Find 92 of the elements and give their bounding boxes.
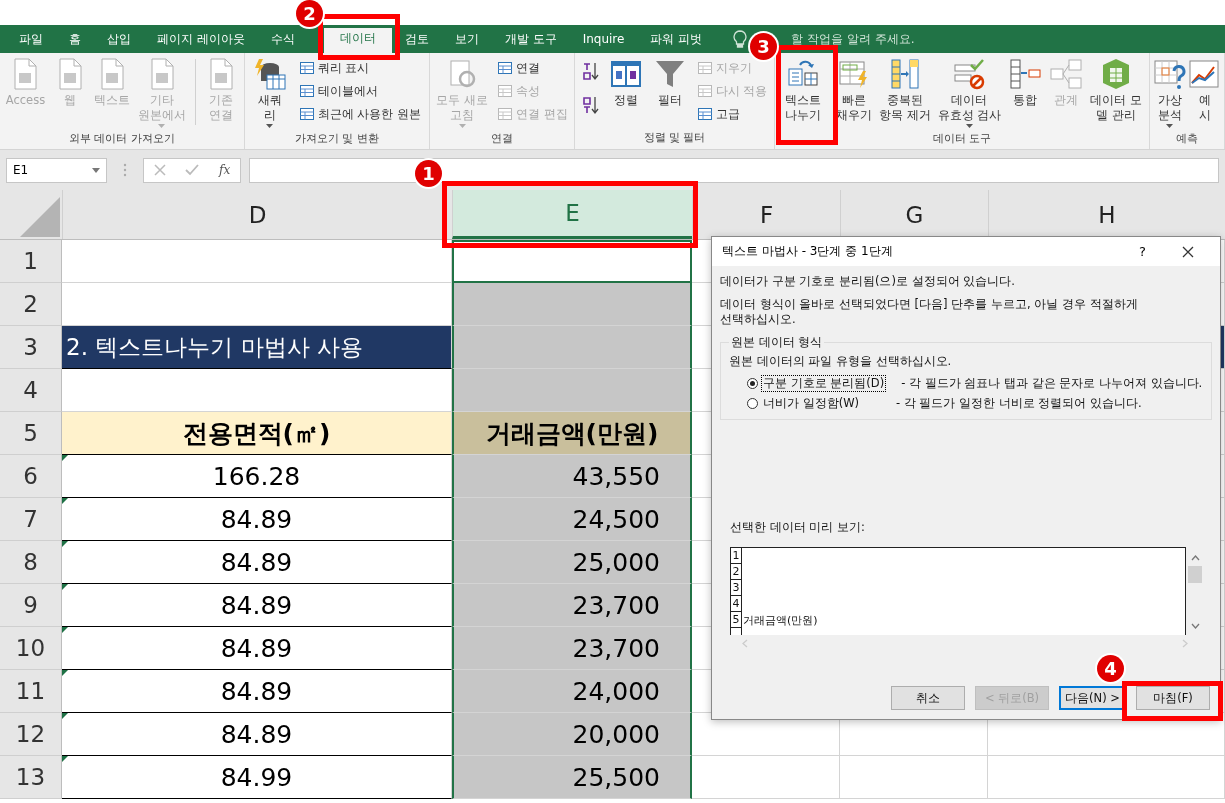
ribbon-group-label: 연결 <box>490 131 514 147</box>
radio-label[interactable]: 구분 기호로 분리됨(D) <box>762 375 886 391</box>
ribbon-small-button[interactable]: 테이블에서 <box>296 80 424 102</box>
table-cell: 43,550 <box>452 455 692 498</box>
table-cell: 24,500 <box>452 498 692 541</box>
row-header[interactable]: 1 <box>0 240 62 283</box>
ribbon-tab[interactable]: 홈 <box>59 30 91 48</box>
row-header[interactable]: 3 <box>0 326 62 369</box>
table-cell: 84.89 <box>62 627 452 670</box>
dialog-button[interactable]: 취소 <box>891 686 965 710</box>
step-number-badge: 3 <box>750 33 777 60</box>
step-number-badge: 1 <box>415 160 442 187</box>
tell-me-field[interactable]: 할 작업을 알려 주세요. <box>791 30 915 48</box>
name-box[interactable]: E1 <box>6 157 107 183</box>
ribbon-button[interactable]: 데이터 모 델 관리 <box>1088 55 1144 125</box>
ribbon-button[interactable]: 중복된 항목 제거 <box>877 55 933 125</box>
table-cell: 24,000 <box>452 670 692 713</box>
table-cell: 전용면적(㎡) <box>62 412 452 455</box>
option-description: - 각 필드가 쉼표나 탭과 같은 문자로 나누어져 있습니다. <box>901 375 1203 391</box>
ribbon-small-button[interactable]: 최근에 사용한 원본 <box>296 103 424 125</box>
ribbon-button[interactable]: 필터 <box>650 55 689 110</box>
ribbon-button[interactable]: 새쿼 리 <box>250 55 289 130</box>
table-cell: 84.99 <box>62 756 452 799</box>
group-label: 원본 데이터 형식 <box>730 335 824 350</box>
ribbon-button[interactable]: 통합 <box>1006 55 1045 110</box>
prompt-text: 원본 데이터의 파일 유형을 선택하십시오. <box>729 354 953 369</box>
ribbon-tab[interactable]: 검토 <box>394 30 439 48</box>
row-header[interactable]: 5 <box>0 412 62 455</box>
preview-label: 선택한 데이터 미리 보기: <box>730 520 866 535</box>
help-button[interactable]: ? <box>1133 243 1152 260</box>
instruction-text: 데이터 형식이 올바로 선택되었다면 [다음] 단추를 누르고, 아닐 경우 적절하게 선택하십시오. <box>720 297 1139 327</box>
table-cell: 23,700 <box>452 584 692 627</box>
ribbon-tab[interactable]: 개발 도구 <box>494 30 567 48</box>
radio-label[interactable]: 너비가 일정함(W) <box>762 395 892 411</box>
row-header[interactable]: 8 <box>0 541 62 584</box>
row-header[interactable]: 4 <box>0 369 62 412</box>
row-header[interactable]: 9 <box>0 584 62 627</box>
ribbon-button[interactable]: 정렬 <box>607 55 646 110</box>
ribbon-button[interactable]: 텍스트 나누기 <box>783 55 823 125</box>
ribbon-group-label: 정렬 및 필터 <box>642 130 707 146</box>
ribbon-small-button[interactable]: 연결 <box>494 57 570 79</box>
ribbon-tab[interactable]: 페이지 레이아웃 <box>147 30 255 48</box>
table-cell: 20,000 <box>452 713 692 756</box>
table-cell: 84.89 <box>62 584 452 627</box>
ribbon-tab[interactable]: 파워 피벗 <box>640 30 713 48</box>
dialog-title: 텍스트 마법사 - 3단계 중 1단계 <box>722 243 894 260</box>
ribbon-group-label: 가져오기 및 변환 <box>294 131 380 147</box>
insert-function-button[interactable]: fx <box>219 163 231 177</box>
step-number-badge: 4 <box>1097 655 1124 682</box>
option-description: - 각 필드가 일정한 너비로 정렬되어 있습니다. <box>896 395 1142 411</box>
table-cell: 2. 텍스트나누기 마법사 사용 <box>62 326 452 369</box>
status-message: 데이터가 구분 기호로 분리됨(으)로 설정되어 있습니다. <box>720 274 1016 289</box>
column-header[interactable]: E <box>452 190 692 239</box>
ribbon-tab[interactable]: 데이터 <box>323 28 392 53</box>
table-cell: 84.89 <box>62 670 452 713</box>
ribbon-tab[interactable]: 삽입 <box>97 30 141 48</box>
table-cell: 84.89 <box>62 541 452 584</box>
row-header[interactable]: 13 <box>0 756 62 799</box>
table-cell: 25,500 <box>452 756 692 799</box>
table-cell: 84.89 <box>62 498 452 541</box>
row-header[interactable]: 7 <box>0 498 62 541</box>
ribbon-group-label: 예측 <box>1175 131 1199 147</box>
row-header[interactable]: 11 <box>0 670 62 713</box>
preview-row-number: 2 <box>731 564 742 580</box>
row-header[interactable]: 12 <box>0 713 62 756</box>
dialog-button[interactable]: 마침(F) <box>1136 686 1210 710</box>
preview-row-number: 1 <box>731 548 742 564</box>
preview-row-number: 4 <box>731 596 742 612</box>
row-header[interactable]: 2 <box>0 283 62 326</box>
ribbon-small-button[interactable]: 쿼리 표시 <box>296 57 424 79</box>
table-cell: 23,700 <box>452 627 692 670</box>
ribbon-small-button[interactable]: 고급 <box>694 103 770 125</box>
ribbon-button[interactable]: 빠른 채우기 <box>834 55 874 125</box>
row-header[interactable]: 10 <box>0 627 62 670</box>
table-cell: 거래금액(만원) <box>452 412 692 455</box>
ribbon-tab[interactable]: 파일 <box>9 30 53 48</box>
table-cell: 25,000 <box>452 541 692 584</box>
ribbon-group-label: 외부 데이터 가져오기 <box>68 131 176 147</box>
ribbon-button[interactable]: 데이터 유효성 검사 <box>935 55 1004 130</box>
ribbon-group-label: 데이터 도구 <box>931 131 993 147</box>
table-cell: 166.28 <box>62 455 452 498</box>
ribbon-tab[interactable]: Inquire <box>572 30 635 48</box>
preview-text: 거래금액(만원) <box>742 612 818 628</box>
row-header[interactable]: 6 <box>0 455 62 498</box>
ribbon-tab[interactable]: 수식 <box>260 30 297 48</box>
ribbon-button[interactable]: 가상 분석 <box>1153 55 1186 130</box>
ribbon-button[interactable]: 예 시 <box>1188 55 1221 125</box>
preview-row-number: 3 <box>731 580 742 596</box>
ribbon-tab[interactable]: 보기 <box>444 30 489 48</box>
step-number-badge: 2 <box>296 0 323 27</box>
preview-row-number: 5 <box>731 612 742 628</box>
table-cell: 84.89 <box>62 713 452 756</box>
